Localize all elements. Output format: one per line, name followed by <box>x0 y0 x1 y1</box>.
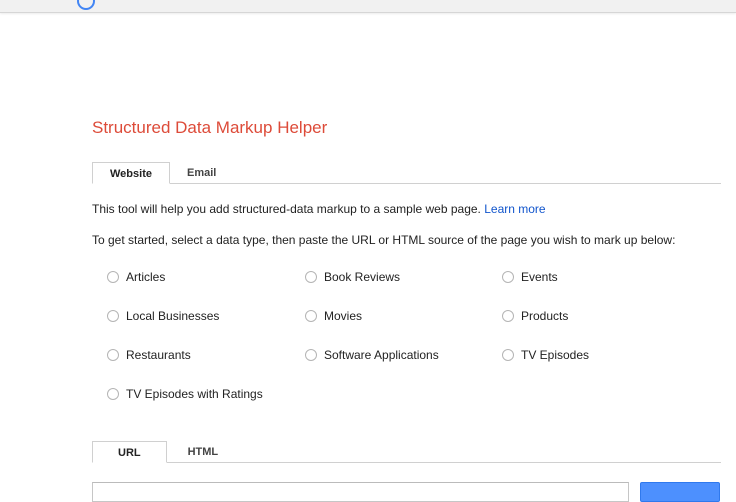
tab-website[interactable]: Website <box>92 162 170 184</box>
tab-email[interactable]: Email <box>170 162 233 184</box>
option-label: TV Episodes with Ratings <box>126 387 263 401</box>
data-type-products[interactable]: Products <box>502 309 568 323</box>
google-logo-icon <box>77 0 95 10</box>
option-label: Events <box>521 270 558 284</box>
option-label: Software Applications <box>324 348 439 362</box>
radio-button[interactable] <box>502 349 514 361</box>
option-label: Book Reviews <box>324 270 401 284</box>
data-type-book-reviews[interactable]: Book Reviews <box>305 270 400 284</box>
data-type-movies[interactable]: Movies <box>305 309 362 323</box>
option-label: Articles <box>126 270 166 284</box>
radio-button[interactable] <box>107 310 119 322</box>
option-label: TV Episodes <box>521 348 590 362</box>
browser-top-bar <box>0 0 736 13</box>
tab-url[interactable]: URL <box>92 441 167 463</box>
data-type-events[interactable]: Events <box>502 270 558 284</box>
option-label: Restaurants <box>126 348 191 362</box>
radio-button[interactable] <box>305 310 317 322</box>
data-type-tv-episodes-with-ratings[interactable]: TV Episodes with Ratings <box>107 387 263 401</box>
tool-description-text: This tool will help you add structured-d… <box>92 202 481 216</box>
radio-button[interactable] <box>305 349 317 361</box>
start-tagging-button[interactable] <box>640 482 720 502</box>
option-label: Products <box>521 309 569 323</box>
radio-button[interactable] <box>502 271 514 283</box>
page-title: Structured Data Markup Helper <box>92 118 328 137</box>
radio-button[interactable] <box>107 388 119 400</box>
radio-button[interactable] <box>305 271 317 283</box>
data-type-restaurants[interactable]: Restaurants <box>107 348 191 362</box>
input-tabs: URL HTML <box>92 441 239 463</box>
radio-button[interactable] <box>107 349 119 361</box>
data-type-articles[interactable]: Articles <box>107 270 165 284</box>
data-type-tv-episodes[interactable]: TV Episodes <box>502 348 589 362</box>
option-label: Local Businesses <box>126 309 220 323</box>
tool-description: This tool will help you add structured-d… <box>92 202 546 216</box>
radio-button[interactable] <box>502 310 514 322</box>
instructions-text: To get started, select a data type, then… <box>92 233 676 247</box>
learn-more-link[interactable]: Learn more <box>484 202 545 216</box>
tab-html[interactable]: HTML <box>167 441 240 463</box>
url-input[interactable] <box>92 482 629 502</box>
source-tabs: Website Email <box>92 162 233 184</box>
option-label: Movies <box>324 309 363 323</box>
data-type-software-applications[interactable]: Software Applications <box>305 348 439 362</box>
radio-button[interactable] <box>107 271 119 283</box>
data-type-local-businesses[interactable]: Local Businesses <box>107 309 219 323</box>
